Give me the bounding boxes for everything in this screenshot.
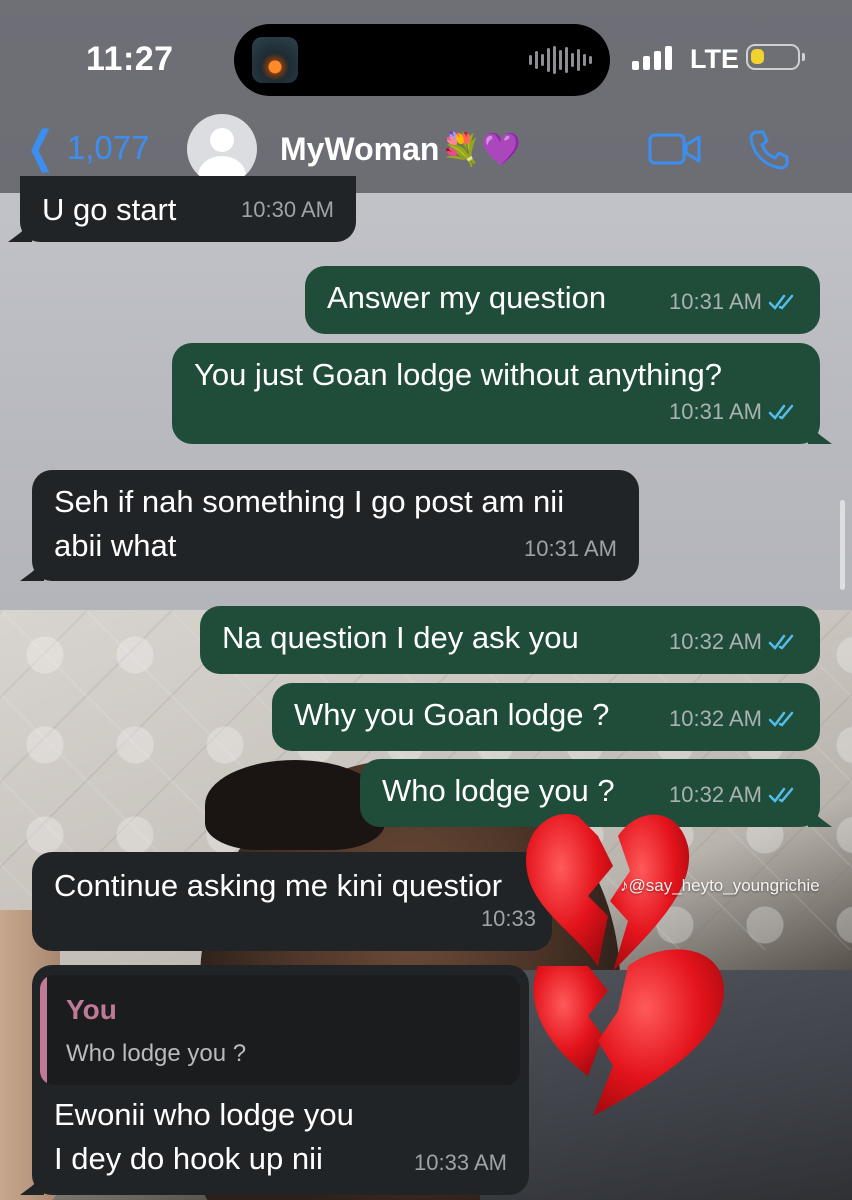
message-text: Na question I dey ask you: [222, 620, 579, 655]
quoted-author: You: [66, 994, 117, 1025]
message-meta: 10:33 AM: [414, 1141, 507, 1185]
message-meta: 10:31 AM: [669, 280, 798, 324]
message-meta: 10:31 AM: [669, 390, 798, 434]
chat-header: 11:27 LTE ❮ 1,077 MyWoman 💐💜: [0, 0, 852, 193]
message-meta: 10:31 AM: [524, 527, 617, 571]
message-incoming[interactable]: Seh if nah something I go post am nii ab…: [32, 470, 639, 581]
message-time: 10:31 AM: [669, 399, 762, 424]
message-time: 10:32 AM: [669, 706, 762, 731]
quote-bar: [40, 975, 47, 1085]
phone-call-icon[interactable]: [748, 128, 790, 170]
message-text: You just Goan lodge without anything?: [194, 357, 722, 392]
message-incoming-reply[interactable]: You Who lodge you ? Ewonii who lodge you…: [32, 965, 529, 1195]
message-text-line: Ewonii who lodge you: [54, 1097, 354, 1132]
contact-name-text: MyWoman: [280, 130, 440, 167]
message-meta: 10:32 AM: [669, 697, 798, 741]
contact-emoji: 💐💜: [441, 131, 522, 167]
message-incoming[interactable]: Continue asking me kini questior 10:33: [32, 852, 552, 951]
message-time: 10:32 AM: [669, 629, 762, 654]
quoted-text: Who lodge you ?: [66, 1040, 247, 1067]
dynamic-island[interactable]: [234, 24, 610, 96]
read-ticks-icon: [768, 634, 794, 650]
message-outgoing[interactable]: Na question I dey ask you 10:32 AM: [200, 606, 820, 674]
tiktok-watermark: ♪@say_heyto_youngrichie: [620, 876, 820, 895]
message-outgoing[interactable]: Answer my question 10:31 AM: [305, 266, 820, 334]
message-text: Continue asking me kini questior: [54, 868, 503, 903]
back-button[interactable]: ❮ 1,077: [22, 123, 150, 172]
message-text: Answer my question: [327, 280, 607, 315]
message-meta: 10:32 AM: [669, 620, 798, 664]
person-hair: [205, 760, 385, 850]
message-text: U go start: [42, 192, 177, 227]
contact-name[interactable]: MyWoman 💐💜: [280, 130, 521, 168]
battery-level: [751, 49, 764, 64]
read-ticks-icon: [768, 404, 794, 420]
status-time: 11:27: [86, 40, 174, 78]
message-time: 10:30 AM: [241, 197, 334, 222]
message-text-line: Seh if nah something I go post am nii: [54, 484, 565, 519]
read-ticks-icon: [768, 787, 794, 803]
scroll-indicator[interactable]: [840, 500, 845, 590]
message-outgoing[interactable]: You just Goan lodge without anything? 10…: [172, 343, 820, 444]
message-text: Why you Goan lodge ?: [294, 697, 610, 732]
message-meta: 10:30 AM: [241, 188, 334, 232]
signal-strength-icon: [632, 46, 672, 70]
network-type: LTE: [690, 44, 739, 74]
read-ticks-icon: [768, 711, 794, 727]
message-text: Who lodge you ?: [382, 773, 615, 808]
broken-heart-icon: [526, 814, 725, 1116]
message-time: 10:31 AM: [669, 289, 762, 314]
read-ticks-icon: [768, 294, 794, 310]
quoted-reply[interactable]: You Who lodge you ?: [40, 975, 520, 1085]
message-incoming[interactable]: U go start 10:30 AM: [20, 176, 356, 242]
avatar-placeholder-icon: [210, 128, 234, 152]
battery-icon: [746, 44, 805, 70]
unread-count: 1,077: [66, 129, 150, 166]
contact-avatar[interactable]: [187, 114, 257, 184]
audio-waveform-icon: [529, 46, 592, 74]
message-time: 10:31 AM: [524, 536, 617, 561]
now-playing-artwork: [252, 37, 298, 83]
message-time: 10:33 AM: [414, 1150, 507, 1175]
chevron-left-icon: ❮: [26, 123, 55, 172]
video-call-icon[interactable]: [648, 132, 702, 166]
message-outgoing[interactable]: Why you Goan lodge ? 10:32 AM: [272, 683, 820, 751]
